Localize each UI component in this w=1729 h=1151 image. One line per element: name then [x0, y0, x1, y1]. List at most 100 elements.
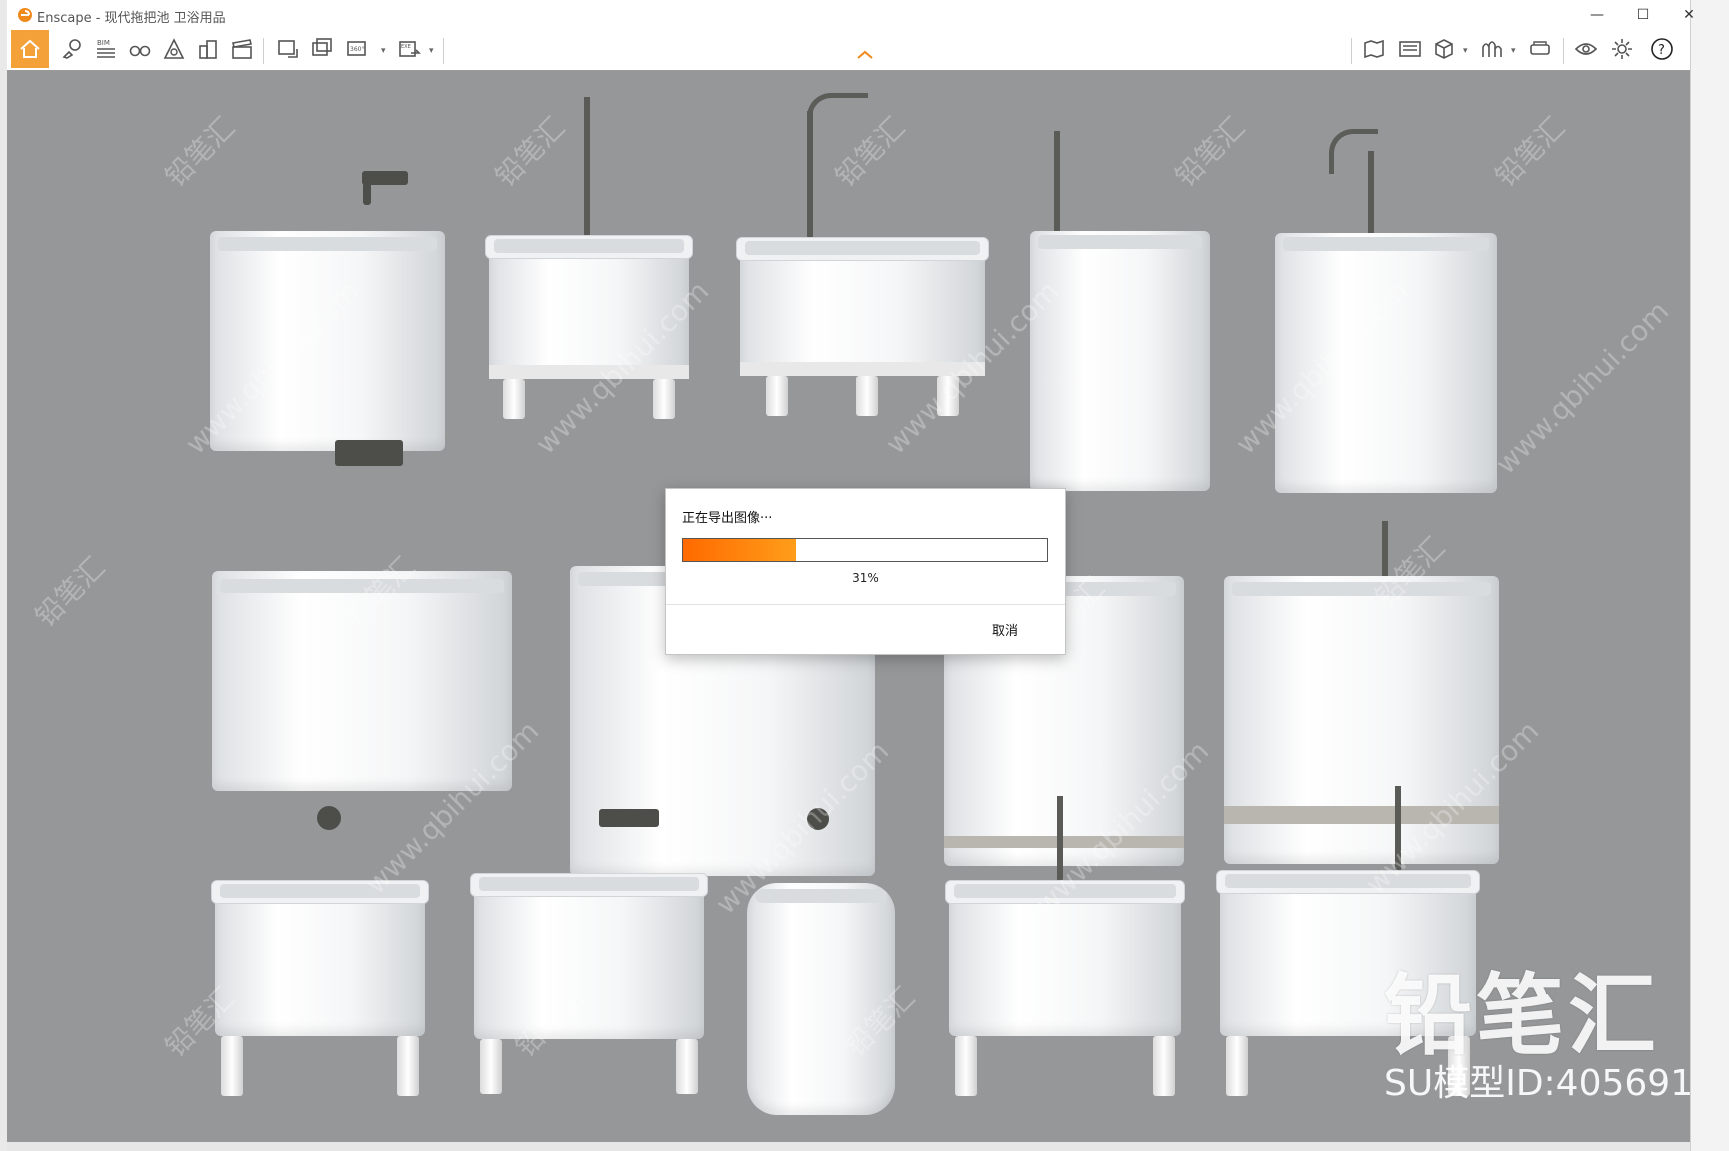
toolbar-separator — [1351, 38, 1352, 64]
settings-button[interactable] — [1607, 34, 1637, 64]
status-edge — [7, 1142, 1690, 1151]
export-progress-bar — [682, 538, 1048, 562]
enscape-window: Enscape - 现代拖把池 卫浴用品 — ☐ ✕ BIM 360° ▾ EX… — [0, 0, 1729, 1151]
sink-with-legs-1 — [485, 235, 693, 419]
faucet-below-1 — [1057, 796, 1063, 881]
sink-with-legs-3 — [211, 880, 429, 1096]
materials-button[interactable] — [1477, 34, 1507, 64]
faucet-tall-3 — [1054, 131, 1060, 241]
faucet-tall-4 — [1368, 151, 1374, 241]
watermark-text: 铅笔汇 — [1168, 110, 1252, 194]
minimize-button[interactable]: — — [1574, 0, 1620, 30]
wall-faucet-spout — [363, 183, 371, 205]
drain-valve — [317, 806, 341, 830]
title-bar: Enscape - 现代拖把池 卫浴用品 — ☐ ✕ — [7, 0, 1695, 30]
model-id-watermark: SU模型ID:405691 — [1384, 1063, 1690, 1104]
progress-fill — [683, 539, 796, 561]
bim-button[interactable]: BIM — [91, 34, 121, 64]
visual-settings-button[interactable] — [1571, 34, 1601, 64]
home-button[interactable] — [11, 30, 49, 68]
map-button[interactable] — [1359, 34, 1389, 64]
maximize-button[interactable]: ☐ — [1620, 0, 1666, 30]
toolbar: BIM 360° ▾ EXE ▾ ▾ ▾ ? — [7, 30, 1690, 71]
brand-watermark: 铅笔汇 — [1384, 964, 1661, 1067]
drain-valve — [807, 808, 829, 830]
progress-percent-label: 31% — [852, 571, 879, 585]
gallery-icon — [1399, 41, 1421, 57]
exe-dropdown-icon[interactable]: ▾ — [429, 46, 434, 56]
atmosphere-button[interactable] — [159, 34, 189, 64]
toolbar-separator — [263, 38, 264, 64]
watermark-url: www.qbihui.com — [1489, 294, 1676, 481]
panorama-360-icon: 360° — [347, 41, 366, 56]
faucet-gooseneck-1 — [807, 93, 868, 138]
sink-wall-hung-1 — [210, 231, 445, 451]
materials-icon — [1482, 41, 1502, 57]
toolbar-separator — [443, 38, 444, 64]
collapse-toolbar-icon[interactable] — [856, 50, 874, 60]
sink-wall-hung-2 — [1030, 231, 1210, 491]
wall-mixer — [335, 440, 403, 466]
bim-icon: BIM — [97, 39, 115, 58]
sink-with-legs-5 — [945, 880, 1185, 1096]
minimize-icon: — — [1590, 7, 1604, 23]
sink-with-legs-2 — [736, 237, 989, 416]
binoculars-icon — [129, 45, 151, 57]
sink-with-legs-4 — [470, 873, 708, 1094]
close-icon: ✕ — [1683, 7, 1695, 23]
cancel-button[interactable]: 取消 — [992, 620, 1018, 639]
toolbar-separator — [1563, 38, 1564, 64]
faucet-tall-1 — [584, 97, 590, 242]
assets-dropdown-icon[interactable]: ▾ — [1463, 46, 1468, 56]
faucet-below-2 — [1395, 786, 1401, 881]
sink-cylinder — [747, 883, 895, 1115]
watermark-text: 铅笔汇 — [488, 110, 572, 194]
exe-label: EXE — [401, 44, 411, 50]
dialog-title: 正在导出图像··· — [682, 511, 773, 526]
export-progress-dialog: 正在导出图像··· 31% 取消 — [665, 488, 1066, 655]
window-title: Enscape - 现代拖把池 卫浴用品 — [37, 11, 226, 26]
clapper-icon — [232, 39, 252, 59]
panorama-button[interactable]: 360° — [343, 34, 373, 64]
batch-render-button[interactable] — [307, 34, 337, 64]
panorama-label: 360° — [350, 46, 364, 53]
watermark-text: 铅笔汇 — [1488, 110, 1572, 194]
faucet-tall-2 — [807, 111, 813, 241]
video-button[interactable] — [227, 34, 257, 64]
help-icon: ? — [1651, 38, 1673, 60]
sink-wall-hung-3 — [1275, 233, 1497, 493]
vr-button[interactable] — [1525, 34, 1555, 64]
home-icon — [20, 39, 40, 58]
atmosphere-icon — [163, 38, 185, 59]
watermark-text: 铅笔汇 — [158, 110, 242, 194]
background-window-edge-right — [1690, 0, 1729, 1151]
asset-cube-icon — [1435, 39, 1453, 59]
help-button[interactable]: ? — [1647, 34, 1677, 64]
gallery-button[interactable] — [1395, 34, 1425, 64]
map-icon — [1364, 39, 1384, 59]
batch-render-icon — [312, 38, 332, 56]
exe-export-button[interactable]: EXE — [395, 34, 425, 64]
views-button[interactable] — [125, 34, 155, 64]
maximize-icon: ☐ — [1636, 7, 1650, 23]
help-label: ? — [1658, 43, 1665, 58]
navigation-icon — [62, 39, 81, 59]
screenshot-icon — [278, 40, 298, 58]
wall-tap — [599, 809, 659, 827]
vr-headset-icon — [1530, 41, 1550, 55]
enscape-logo-icon — [18, 8, 32, 22]
visual-settings-icon — [1574, 43, 1598, 55]
navigation-button[interactable] — [57, 34, 87, 64]
sink-banded-2 — [1224, 576, 1499, 864]
dialog-divider — [666, 604, 1065, 605]
buildings-icon — [199, 40, 217, 59]
settings-gear-icon — [1612, 39, 1632, 59]
panorama-dropdown-icon[interactable]: ▾ — [381, 46, 386, 56]
sink-wall-hung-4 — [212, 571, 512, 791]
bim-label: BIM — [97, 39, 110, 47]
context-button[interactable] — [193, 34, 223, 64]
materials-dropdown-icon[interactable]: ▾ — [1511, 46, 1516, 56]
screenshot-button[interactable] — [273, 34, 303, 64]
close-button[interactable]: ✕ — [1666, 0, 1712, 30]
assets-button[interactable] — [1429, 34, 1459, 64]
